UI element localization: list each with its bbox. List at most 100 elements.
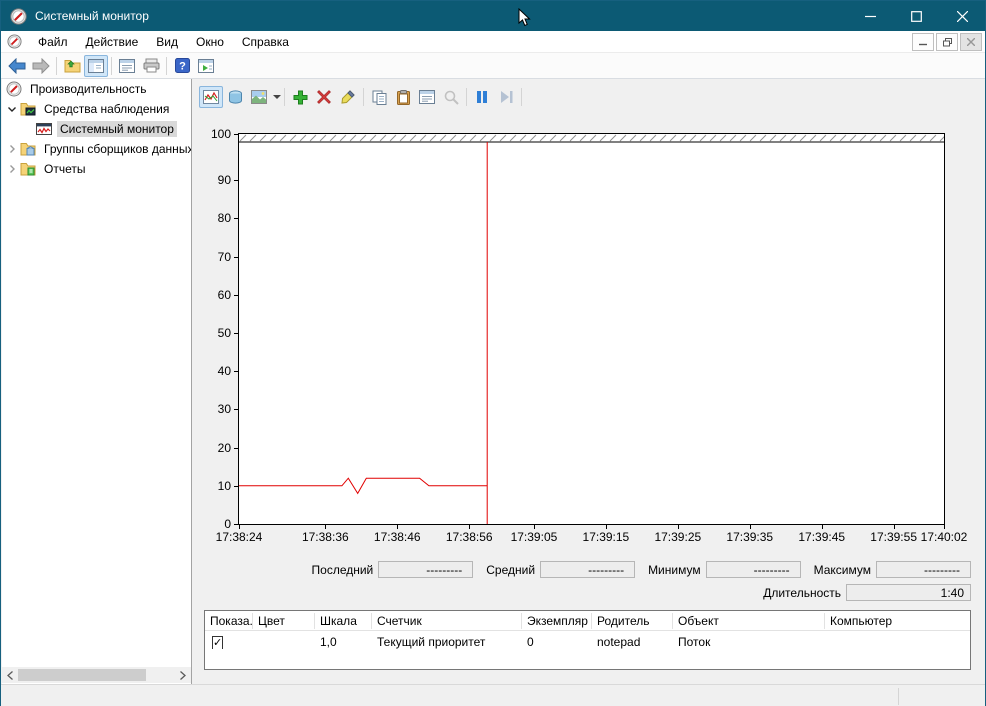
y-axis-tick-label: 20 [197, 441, 231, 455]
menu-view[interactable]: Вид [147, 31, 187, 53]
tree-item-monitoring-tools[interactable]: Средства наблюдения [2, 99, 191, 119]
status-bar [1, 684, 985, 706]
system-monitor-pane: 0102030405060708090100 17:38:2417:38:361… [193, 79, 985, 684]
y-axis-tickmark [234, 333, 239, 334]
tree-item-label: Производительность [27, 81, 149, 97]
y-axis-tick-label: 50 [197, 326, 231, 340]
column-header-scale[interactable]: Шкала [315, 613, 372, 629]
column-header-object[interactable]: Объект [673, 613, 825, 629]
column-header-show[interactable]: Показа... [205, 613, 253, 629]
x-axis-tick-label: 17:39:15 [571, 530, 641, 544]
forward-icon[interactable] [29, 55, 53, 77]
counter-legend-table: Показа... Цвет Шкала Счетчик Экземпляр Р… [204, 610, 971, 670]
close-button[interactable] [939, 1, 985, 31]
column-header-parent[interactable]: Родитель [592, 613, 673, 629]
title-bar: Системный монитор [1, 1, 985, 31]
line-chart-plot-area[interactable] [239, 134, 944, 524]
mdi-restore-button[interactable] [936, 33, 958, 51]
stat-max-value: --------- [876, 561, 971, 578]
counter-instance: 0 [522, 635, 592, 649]
x-axis-tick-label: 17:40:02 [909, 530, 979, 544]
tree-item-performance[interactable]: Производительность [2, 79, 191, 99]
x-axis-tick-label: 17:39:45 [787, 530, 857, 544]
tree-horizontal-scrollbar[interactable] [2, 667, 191, 683]
y-axis-tick-label: 10 [197, 479, 231, 493]
x-axis-tickmark [397, 525, 398, 529]
x-axis-tick-label: 17:39:35 [715, 530, 785, 544]
x-axis-tickmark [894, 525, 895, 529]
back-icon[interactable] [5, 55, 29, 77]
scrollbar-thumb[interactable] [18, 669, 146, 681]
show-counter-checkbox[interactable]: ✓ [212, 636, 223, 649]
x-axis-tickmark [678, 525, 679, 529]
stat-min-value: --------- [706, 561, 801, 578]
scroll-right-arrow-icon[interactable] [175, 667, 191, 683]
x-axis-tick-label: 17:38:36 [290, 530, 360, 544]
data-collector-sets-folder-icon [20, 141, 36, 157]
tree-item-reports[interactable]: Отчеты [2, 159, 191, 179]
y-axis-tickmark [234, 295, 239, 296]
x-axis-tick-label: 17:39:25 [643, 530, 713, 544]
properties-icon[interactable] [115, 55, 139, 77]
action-pane-icon[interactable] [194, 55, 218, 77]
x-axis-tickmark [239, 525, 240, 529]
stat-avg-label: Средний [486, 563, 535, 577]
y-axis-tickmark [234, 218, 239, 219]
column-header-counter[interactable]: Счетчик [372, 613, 522, 629]
help-icon[interactable]: ? [170, 55, 194, 77]
tree-item-system-monitor[interactable]: Системный монитор [2, 119, 191, 139]
stats-row: Последний--------- Средний--------- Мини… [193, 561, 971, 578]
counter-parent: notepad [592, 635, 673, 649]
stat-duration-value: 1:40 [846, 584, 971, 601]
mdi-minimize-button[interactable] [912, 33, 934, 51]
stat-min-label: Минимум [648, 563, 701, 577]
y-axis-tickmark [234, 448, 239, 449]
y-axis-tickmark [234, 134, 239, 135]
x-axis-tickmark [325, 525, 326, 529]
legend-header-row: Показа... Цвет Шкала Счетчик Экземпляр Р… [205, 611, 970, 631]
mdi-window-controls [910, 33, 982, 51]
counter-row[interactable]: ✓ 1,0 Текущий приоритет 0 notepad Поток [205, 631, 970, 652]
menu-file[interactable]: Файл [29, 31, 77, 53]
chevron-down-icon[interactable] [6, 103, 18, 115]
stat-last-value: --------- [378, 561, 473, 578]
reports-folder-icon [20, 161, 36, 177]
y-axis-tick-label: 70 [197, 250, 231, 264]
column-header-computer[interactable]: Компьютер [825, 613, 970, 629]
tree-item-label: Группы сборщиков данных [41, 141, 192, 157]
print-icon[interactable] [139, 55, 163, 77]
minimize-button[interactable] [847, 1, 893, 31]
y-axis-tick-label: 40 [197, 364, 231, 378]
menu-help[interactable]: Справка [233, 31, 298, 53]
chevron-right-icon[interactable] [6, 143, 18, 155]
tree-item-data-collector-sets[interactable]: Группы сборщиков данных [2, 139, 191, 159]
mdi-close-button[interactable] [960, 33, 982, 51]
stat-max-label: Максимум [814, 563, 871, 577]
y-axis-tick-label: 80 [197, 211, 231, 225]
chevron-right-icon[interactable] [6, 163, 18, 175]
svg-text:?: ? [179, 61, 186, 73]
column-header-color[interactable]: Цвет [253, 613, 315, 629]
toolbar-separator [166, 57, 167, 75]
console-tree-panel: Производительность Средства наблюдения С… [2, 79, 192, 684]
x-axis-tick-label: 17:39:05 [499, 530, 569, 544]
toggle-console-tree-icon[interactable] [84, 55, 108, 77]
up-folder-icon[interactable] [60, 55, 84, 77]
menu-action[interactable]: Действие [77, 31, 148, 53]
scroll-left-arrow-icon[interactable] [2, 667, 18, 683]
perfmon-icon [6, 81, 22, 97]
maximize-button[interactable] [893, 1, 939, 31]
y-axis-tickmark [234, 180, 239, 181]
counter-name: Текущий приоритет [372, 635, 522, 649]
x-axis-tickmark [944, 525, 945, 529]
app-icon [10, 8, 27, 25]
y-axis-tick-label: 100 [197, 127, 231, 141]
y-axis-tick-label: 60 [197, 288, 231, 302]
y-axis-tick-label: 30 [197, 402, 231, 416]
column-header-instance[interactable]: Экземпляр [522, 613, 592, 629]
y-axis-tick-label: 90 [197, 173, 231, 187]
duration-row: Длительность1:40 [193, 584, 971, 601]
x-axis-tick-label: 17:38:46 [362, 530, 432, 544]
counter-object: Поток [673, 635, 825, 649]
menu-window[interactable]: Окно [187, 31, 233, 53]
